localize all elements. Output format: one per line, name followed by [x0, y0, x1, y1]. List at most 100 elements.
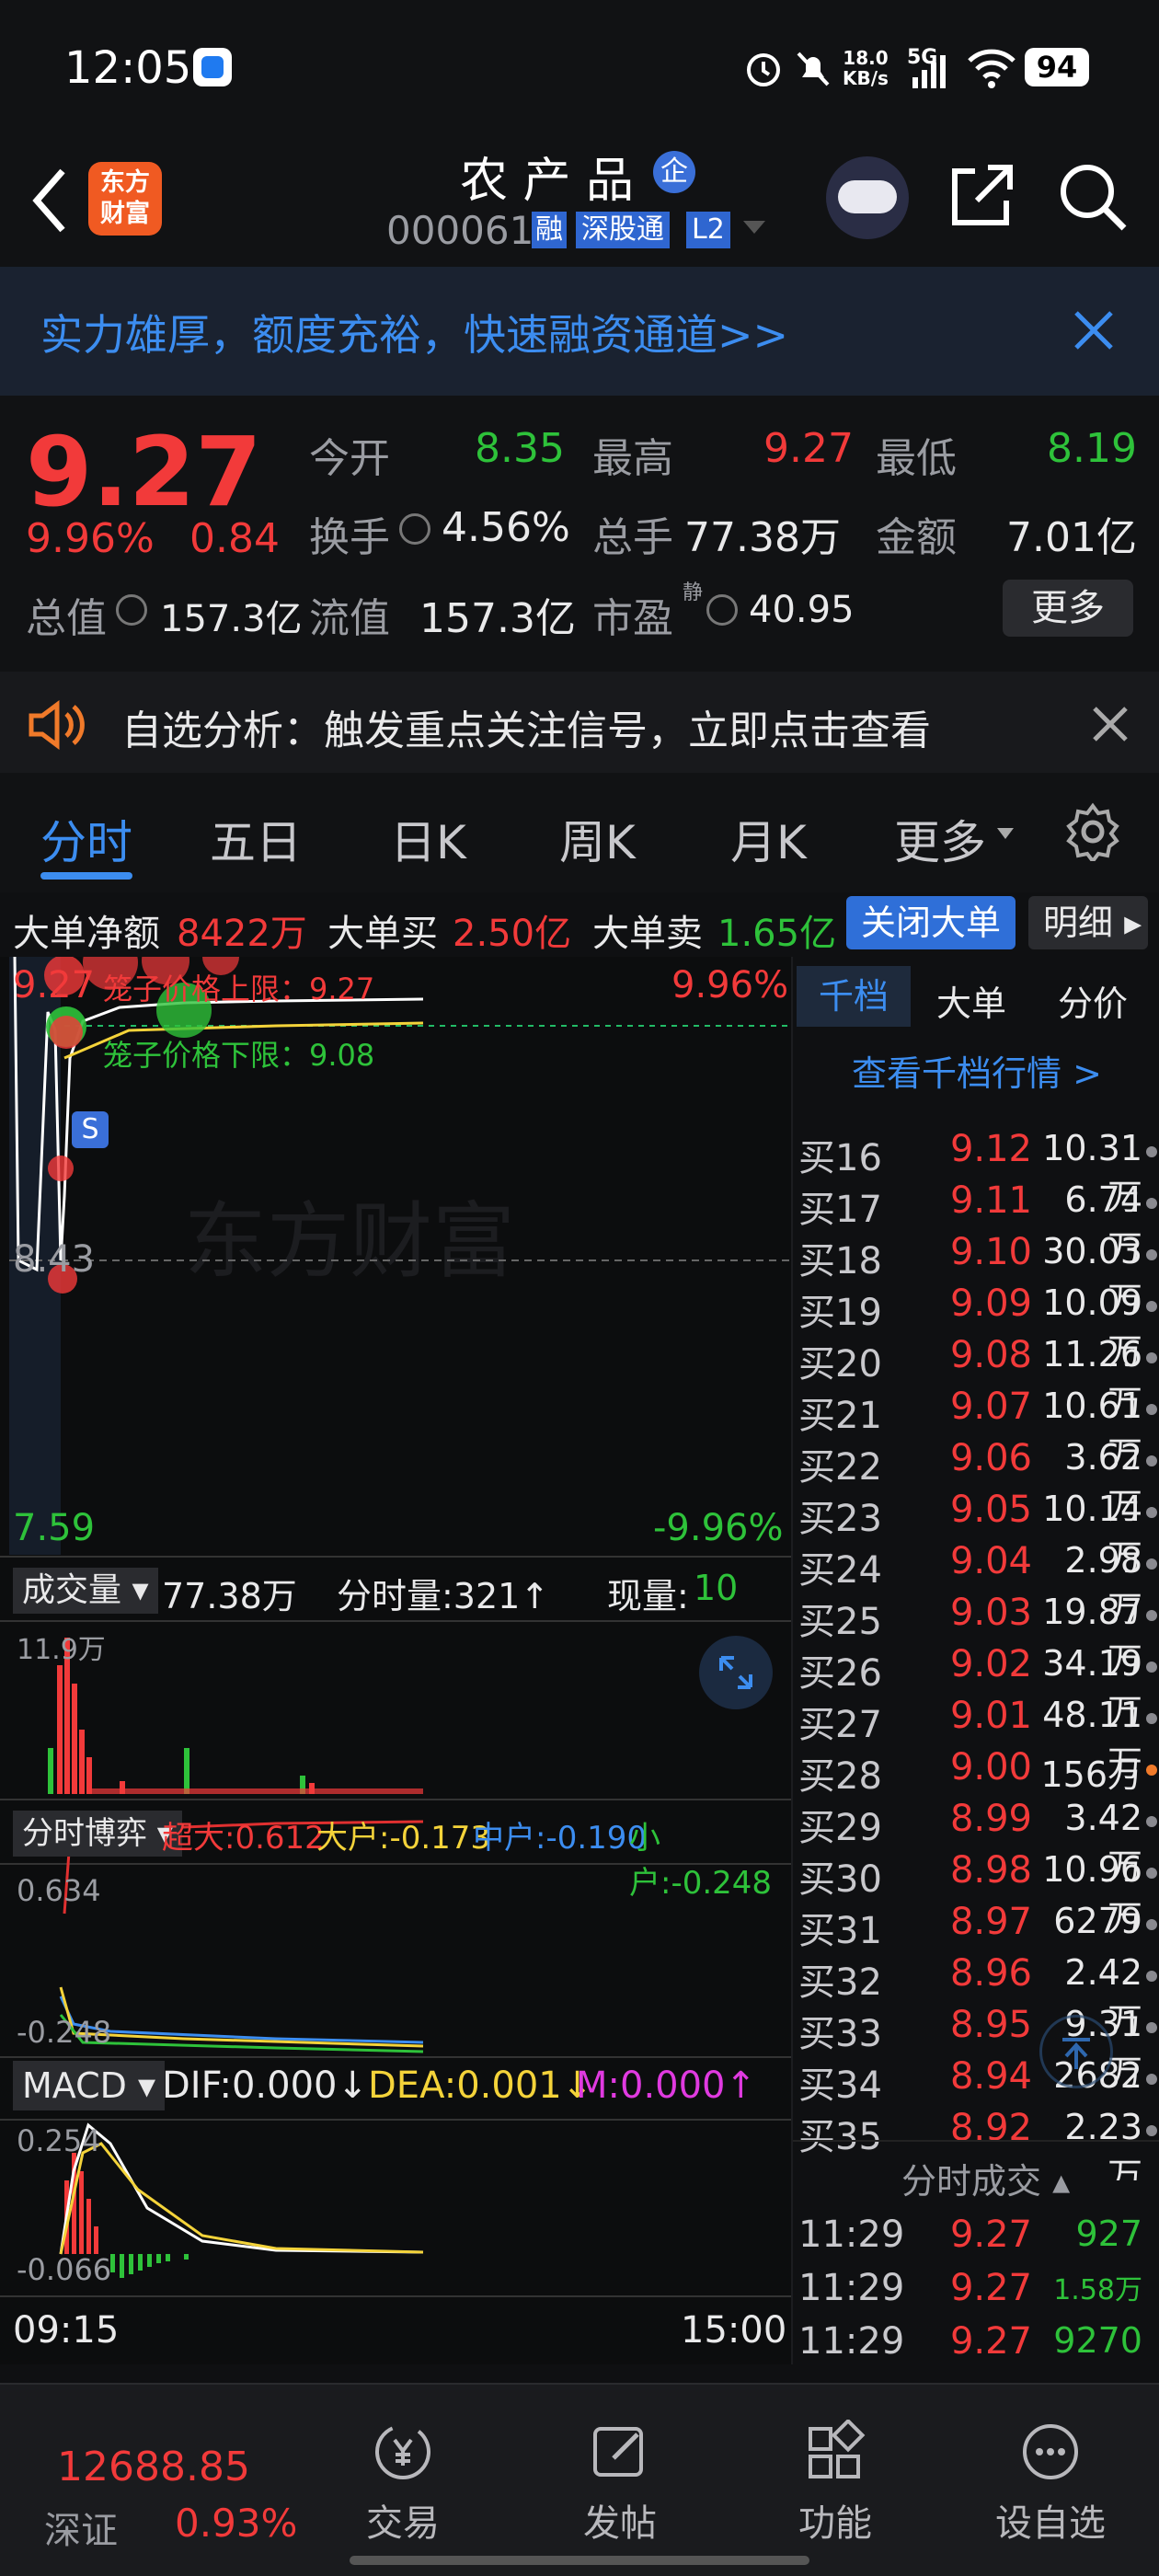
index-change[interactable]: 0.93% — [175, 2501, 297, 2546]
enterprise-badge: 企 — [653, 151, 695, 193]
row-marker-dot — [1146, 1610, 1157, 1621]
net-speed: 18.0 KB/s — [843, 47, 889, 89]
low-value: 8.19 — [1047, 425, 1137, 472]
order-book-row: 买23 9.05 10.14万 — [793, 1483, 1159, 1578]
row-price: 9.10 — [949, 1231, 1032, 1273]
row-price: 8.96 — [949, 1952, 1032, 1995]
pe-label: 市盈 — [592, 595, 673, 642]
app-logo[interactable]: 东方 财富 — [88, 162, 162, 236]
amount-label: 金额 — [876, 514, 957, 561]
row-price: 9.06 — [949, 1437, 1032, 1479]
yen-exchange-icon — [375, 2424, 430, 2479]
robot-assistant-icon[interactable] — [826, 156, 909, 239]
battery-indicator: 94 — [1025, 48, 1089, 86]
turnover-label: 换手 — [309, 514, 390, 561]
row-price: 8.92 — [949, 2107, 1032, 2149]
chevron-down-icon[interactable] — [995, 826, 1016, 841]
game-selector[interactable]: 分时博弈 ▾ — [13, 1811, 182, 1857]
row-marker-dot — [1146, 2074, 1157, 2085]
back-arrow-icon[interactable] — [26, 164, 72, 237]
detail-button[interactable]: 明细 ▸ — [1028, 896, 1148, 949]
watermark: 东方财富 — [184, 1196, 515, 1288]
order-book-row: 买27 9.01 48.11万 — [793, 1689, 1159, 1784]
order-book-row: 买26 9.02 34.19万 — [793, 1638, 1159, 1732]
order-book-row: 买19 9.09 10.09万 — [793, 1277, 1159, 1372]
row-price: 8.94 — [949, 2055, 1032, 2098]
nav-function[interactable]: 功能 — [762, 2420, 909, 2547]
row-marker-dot — [1146, 1404, 1157, 1415]
row-marker-dot — [1146, 1249, 1157, 1260]
volume-total: 77.38万 — [162, 1576, 297, 1616]
tick-volume: 分时量:321↑ — [337, 1576, 550, 1616]
float-value: 157.3亿 — [419, 595, 576, 642]
gear-icon[interactable] — [1063, 802, 1122, 861]
more-button[interactable]: 更多 — [1003, 580, 1133, 637]
tab-monthly-k[interactable]: 月K — [730, 806, 807, 872]
game-axis-bottom: -0.248 — [17, 2015, 112, 2050]
buy-signal-dot — [48, 1156, 74, 1181]
game-big: 大户:-0.173 — [316, 1820, 491, 1857]
share-icon[interactable] — [947, 160, 1017, 230]
nav-trade[interactable]: 交易 — [329, 2420, 476, 2547]
trade-row: 11:29 9.27 9270 — [793, 2315, 1159, 2366]
scroll-top-icon[interactable] — [1039, 2015, 1113, 2088]
macd-axis-bottom: -0.066 — [17, 2252, 112, 2287]
index-value[interactable]: 12688.85 — [57, 2444, 250, 2490]
row-marker-dot — [1146, 1919, 1157, 1930]
tab-more[interactable]: 更多 — [894, 806, 986, 872]
sell-marker[interactable]: S — [72, 1111, 109, 1148]
nav-watchlist[interactable]: 设自选 — [977, 2420, 1124, 2547]
row-price: 9.11 — [949, 1179, 1032, 1222]
volume-selector[interactable]: 成交量 ▾ — [13, 1568, 158, 1614]
info-icon[interactable] — [706, 594, 738, 626]
search-icon[interactable] — [1056, 160, 1130, 234]
level2-tag[interactable]: L2 — [686, 212, 730, 248]
stock-name: 农 产 品 — [460, 154, 635, 209]
info-icon[interactable] — [399, 513, 430, 545]
tab-price-volume[interactable]: 分价 — [1058, 975, 1128, 1026]
trades-title[interactable]: 分时成交 ▴ — [901, 2153, 1070, 2203]
close-icon[interactable] — [1071, 307, 1117, 353]
row-price: 8.99 — [949, 1798, 1032, 1840]
tab-weekly-k[interactable]: 周K — [559, 806, 636, 872]
row-marker-dot — [1146, 1765, 1157, 1776]
expand-icon[interactable] — [699, 1636, 773, 1709]
alert-text[interactable]: 自选分析：触发重点关注信号，立即点击查看 — [121, 697, 931, 756]
row-price: 9.12 — [949, 1128, 1032, 1170]
tab-five-day[interactable]: 五日 — [210, 806, 302, 872]
info-icon[interactable] — [116, 594, 147, 626]
edit-icon — [593, 2427, 643, 2477]
tab-big-order[interactable]: 大单 — [936, 975, 1006, 1026]
cage-upper-label: 笼子价格上限：9.27 — [103, 972, 375, 1006]
turnover-value: 4.56% — [442, 504, 570, 551]
time-axis-end: 15:00 — [681, 2309, 787, 2352]
home-indicator — [350, 2556, 809, 2565]
banner-text[interactable]: 实力雄厚，额度充裕，快速融资通道>> — [40, 302, 788, 362]
sell-label: 大单卖 — [592, 913, 703, 955]
macd-selector[interactable]: MACD ▾ — [13, 2061, 166, 2110]
close-big-order-button[interactable]: 关闭大单 — [846, 896, 1016, 949]
amount-value: 7.01亿 — [1006, 514, 1137, 561]
axis-pct-top: 9.96% — [671, 964, 789, 1006]
tab-thousand-level[interactable]: 千档 — [797, 966, 911, 1027]
row-label: 买35 — [798, 2116, 882, 2158]
close-icon[interactable] — [1091, 705, 1130, 743]
row-volume: 156万 — [1040, 1754, 1142, 1795]
tab-intraday[interactable]: 分时 — [40, 806, 132, 872]
nav-post[interactable]: 发帖 — [546, 2420, 694, 2547]
row-price: 8.95 — [949, 2004, 1032, 2046]
order-book-row: 买24 9.04 2.98万 — [793, 1535, 1159, 1629]
analysis-alert[interactable]: 自选分析：触发重点关注信号，立即点击查看 — [0, 672, 1159, 773]
open-value: 8.35 — [475, 425, 565, 472]
order-book-row: 买18 9.10 30.03万 — [793, 1225, 1159, 1320]
row-marker-dot — [1146, 1455, 1157, 1466]
index-name[interactable]: 深证 — [44, 2501, 118, 2554]
change-pct: 9.96% — [26, 515, 155, 562]
chevron-down-icon[interactable] — [741, 219, 767, 237]
stock-header: 东方 财富 农 产 品 企 000061 融 深股通 L2 — [0, 138, 1159, 267]
financing-banner[interactable]: 实力雄厚，额度充裕，快速融资通道>> — [0, 267, 1159, 396]
trade-volume: 1.58万 — [1053, 2274, 1142, 2306]
order-book-panel: 千档 大单 分价 查看千档行情 > 买16 9.12 10.31万 买17 9.11 6.… — [791, 957, 1159, 2364]
tab-daily-k[interactable]: 日K — [390, 806, 466, 872]
view-depth-link[interactable]: 查看千档行情 > — [852, 1045, 1102, 1096]
